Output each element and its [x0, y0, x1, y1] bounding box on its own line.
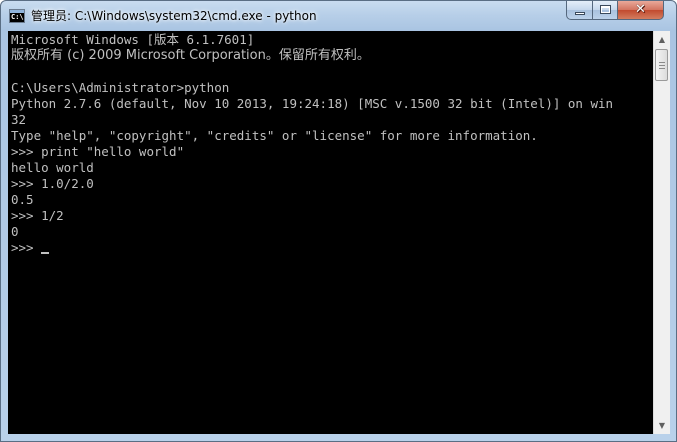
close-button[interactable]: ✕ [617, 1, 664, 20]
caption-buttons: ✕ [566, 1, 672, 20]
console-line: 32 [11, 112, 27, 127]
console-line: 版权所有 (c) 2009 Microsoft Corporation。保留所有… [11, 48, 370, 63]
window-title: 管理员: C:\Windows\system32\cmd.exe - pytho… [31, 9, 317, 23]
app-icon-text: C:\ [11, 13, 24, 21]
console-window: C:\ 管理员: C:\Windows\system32\cmd.exe - p… [0, 0, 677, 442]
console-line: Type "help", "copyright", "credits" or "… [11, 128, 538, 143]
chevron-down-icon: ▼ [658, 421, 666, 430]
thumb-grip-line [659, 68, 665, 69]
scroll-down-button[interactable]: ▼ [654, 417, 670, 434]
thumb-grip-line [659, 62, 665, 63]
console-line: >>> 1/2 [11, 208, 64, 223]
console-line: >>> print "hello world" [11, 144, 185, 159]
cmd-app-icon[interactable]: C:\ [9, 9, 25, 23]
vertical-scrollbar[interactable]: ▲ ▼ [653, 31, 670, 434]
console-line: 0.5 [11, 192, 34, 207]
text-cursor [41, 252, 50, 254]
console-lines: Microsoft Windows [版本 6.1.7601] 版权所有 (c)… [11, 32, 653, 256]
console-line: >>> 1.0/2.0 [11, 176, 94, 191]
chevron-up-icon: ▲ [658, 35, 666, 44]
console-prompt: >>> [11, 240, 42, 255]
console-prompt-line[interactable]: >>> [11, 240, 653, 256]
minimize-icon [575, 12, 585, 15]
close-icon: ✕ [635, 2, 646, 17]
console-line: Python 2.7.6 (default, Nov 10 2013, 19:2… [11, 96, 614, 111]
thumb-grip-line [659, 65, 665, 66]
maximize-button[interactable] [592, 1, 618, 20]
console-line: Microsoft Windows [版本 6.1.7601] [11, 32, 255, 47]
scroll-up-button[interactable]: ▲ [654, 31, 670, 48]
scroll-thumb[interactable] [655, 49, 668, 81]
title-bar[interactable]: C:\ 管理员: C:\Windows\system32\cmd.exe - p… [1, 1, 676, 31]
console-output[interactable]: Microsoft Windows [版本 6.1.7601] 版权所有 (c)… [8, 31, 653, 434]
console-line: 0 [11, 224, 19, 239]
console-line: hello world [11, 160, 94, 175]
minimize-button[interactable] [566, 1, 593, 20]
maximize-icon [600, 5, 611, 14]
console-line: C:\Users\Administrator>python [11, 80, 230, 95]
